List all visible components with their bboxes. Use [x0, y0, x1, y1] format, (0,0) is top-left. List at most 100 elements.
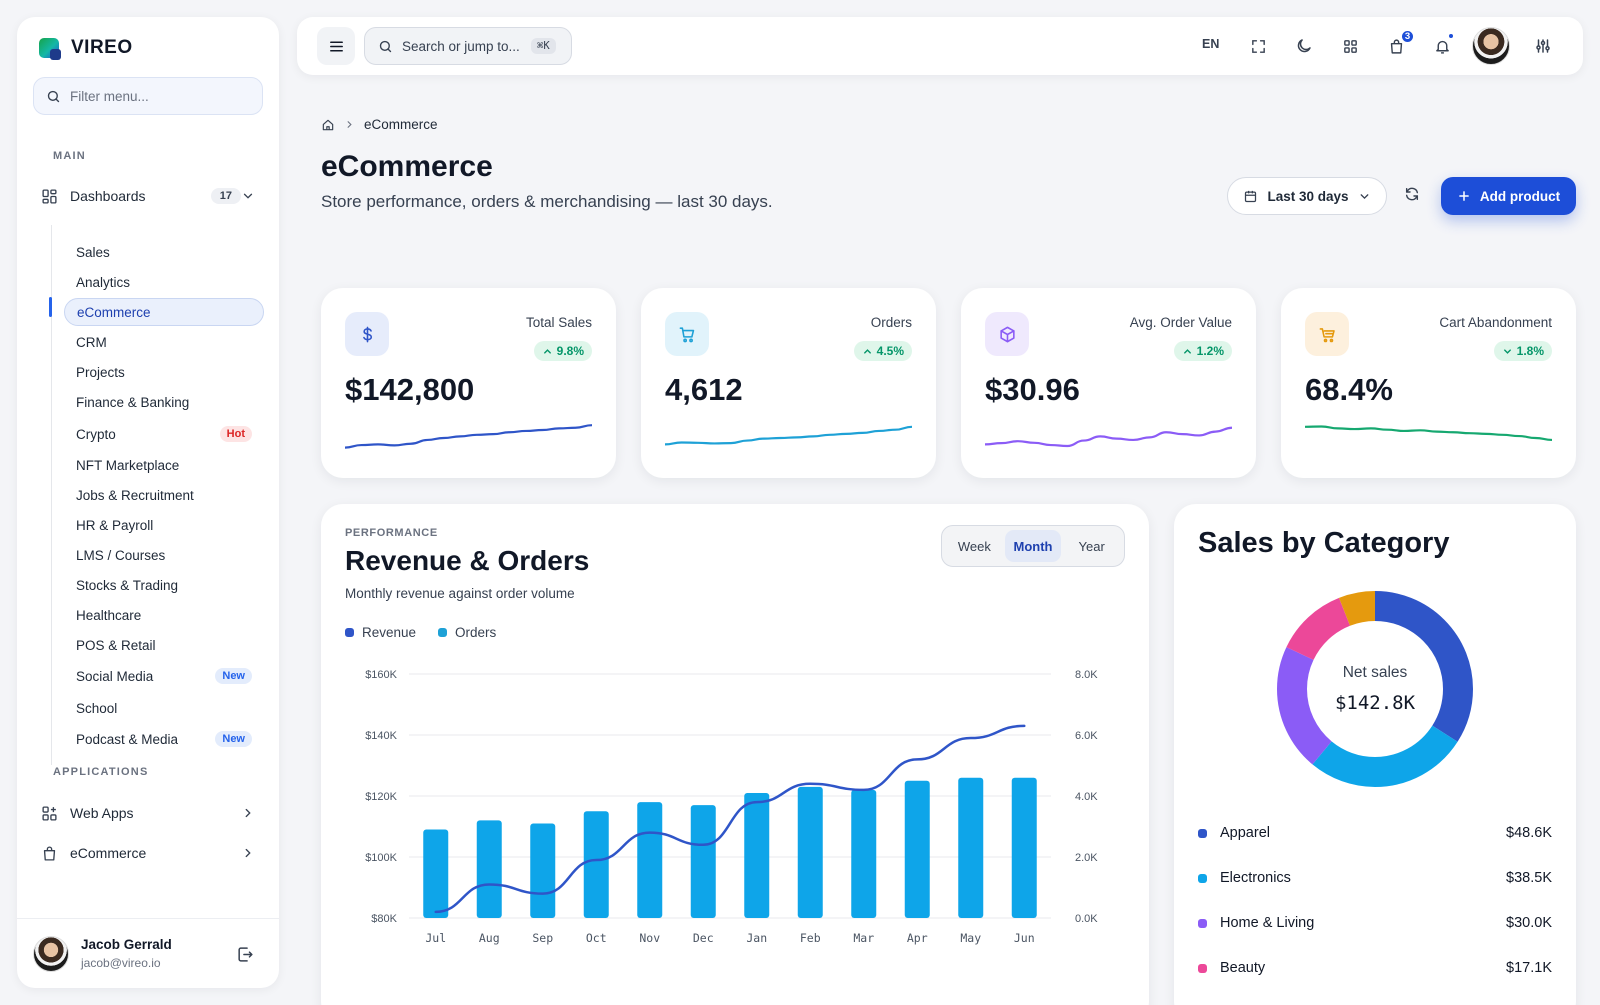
- sidebar-item-ecommerce-app[interactable]: eCommerce: [41, 839, 255, 867]
- theme-toggle-button[interactable]: [1293, 35, 1315, 57]
- sparkline-path: [1305, 425, 1552, 442]
- category-swatch: [1198, 963, 1207, 973]
- settings-button[interactable]: [1532, 35, 1554, 57]
- sidebar-item-analytics[interactable]: Analytics: [64, 268, 264, 296]
- sidebar-item-projects[interactable]: Projects: [64, 358, 264, 386]
- kpi-icon-tile: [985, 312, 1029, 356]
- sidebar-item-school[interactable]: School: [64, 694, 264, 722]
- performance-title: Revenue & Orders: [345, 545, 590, 576]
- sidebar-item-healthcare[interactable]: Healthcare: [64, 601, 264, 629]
- category-name: Beauty: [1220, 960, 1266, 976]
- sidebar-item-stocks-trading[interactable]: Stocks & Trading: [64, 571, 264, 599]
- sidebar-item-web-apps[interactable]: Web Apps: [41, 799, 255, 827]
- search-icon: [47, 90, 60, 102]
- notifications-button[interactable]: [1431, 32, 1455, 57]
- sidebar-item-pos-retail[interactable]: POS & Retail: [64, 631, 264, 659]
- sidebar-item-label: Sales: [76, 244, 110, 260]
- kpi-card-orders[interactable]: Orders 4.5% 4,612: [641, 288, 936, 478]
- avatar[interactable]: [1472, 27, 1510, 65]
- language-button[interactable]: EN: [1202, 37, 1219, 51]
- sidebar-item-finance-banking[interactable]: Finance & Banking: [64, 388, 264, 416]
- fullscreen-icon: [1251, 39, 1265, 53]
- chevron-right-icon[interactable]: [241, 806, 255, 820]
- x-tick: Jul: [425, 931, 446, 945]
- breadcrumb: eCommerce: [321, 117, 438, 132]
- home-icon[interactable]: [321, 118, 335, 132]
- sidebar-item-jobs-recruitment[interactable]: Jobs & Recruitment: [64, 481, 264, 509]
- sidebar-item-hr-payroll[interactable]: HR & Payroll: [64, 511, 264, 539]
- search-icon: [379, 40, 392, 52]
- performance-subtitle: Monthly revenue against order volume: [345, 586, 575, 601]
- logout-icon[interactable]: [236, 945, 255, 964]
- y-tick-right: 0.0K: [1075, 913, 1098, 925]
- filter-menu-input[interactable]: [70, 88, 240, 104]
- kpi-card-cart-abandonment[interactable]: Cart Abandonment 1.8% 68.4%: [1281, 288, 1576, 478]
- legend-revenue[interactable]: Revenue: [345, 625, 416, 640]
- global-search[interactable]: ⌘K: [364, 27, 572, 65]
- refresh-button[interactable]: [1404, 186, 1420, 207]
- sidebar-item-label: eCommerce: [70, 845, 147, 861]
- apps-grid-button[interactable]: [1339, 35, 1361, 57]
- chevron-right-icon: [347, 121, 352, 128]
- kpi-value: $142,800: [345, 372, 475, 407]
- sidebar-item-social-media[interactable]: Social Media New: [64, 662, 264, 690]
- section-label-main: MAIN: [53, 150, 86, 162]
- y-tick-right: 4.0K: [1075, 791, 1098, 803]
- cart-icon: [679, 326, 694, 342]
- chevron-down-icon: [1360, 193, 1368, 199]
- sidebar-item-label: Analytics: [76, 274, 131, 290]
- tab-month[interactable]: Month: [1004, 530, 1062, 562]
- chevron-down-icon[interactable]: [241, 189, 255, 203]
- kpi-card-total-sales[interactable]: Total Sales 9.8% $142,800: [321, 288, 616, 478]
- category-row-apparel[interactable]: Apparel $48.6K: [1198, 825, 1552, 841]
- bar-oct: [583, 811, 609, 918]
- sidebar-item-crm[interactable]: CRM: [64, 328, 264, 356]
- kpi-icon-tile: [1305, 312, 1349, 356]
- sidebar-item-label: Finance & Banking: [76, 394, 190, 410]
- tab-year[interactable]: Year: [1063, 530, 1120, 562]
- filter-menu-field[interactable]: [33, 77, 263, 115]
- legend-orders[interactable]: Orders: [438, 625, 496, 640]
- sidebar-item-label: Podcast & Media: [76, 731, 179, 747]
- date-range-select[interactable]: Last 30 days: [1227, 177, 1387, 215]
- y-tick-left: $140K: [365, 730, 397, 742]
- calendar-icon: [1245, 190, 1257, 202]
- sidebar-item-dashboards[interactable]: Dashboards 17: [41, 182, 255, 210]
- dashboard-icon: [42, 188, 57, 204]
- bar-may: [958, 777, 984, 918]
- category-row-electronics[interactable]: Electronics $38.5K: [1198, 870, 1552, 886]
- shortcut-hint: ⌘K: [531, 38, 556, 54]
- chevron-right-icon[interactable]: [241, 846, 255, 860]
- menu-toggle-button[interactable]: [317, 27, 355, 65]
- brand[interactable]: VIREO: [39, 37, 133, 60]
- period-toggle: Week Month Year: [941, 525, 1125, 567]
- sidebar-item-nft-marketplace[interactable]: NFT Marketplace: [64, 451, 264, 479]
- add-product-button[interactable]: Add product: [1441, 177, 1576, 215]
- refresh-icon: [1405, 187, 1419, 201]
- sidebar-item-sales[interactable]: Sales: [64, 238, 264, 266]
- chevron-up-icon: [863, 348, 871, 354]
- sidebar-item-podcast-media[interactable]: Podcast & Media New: [64, 725, 264, 753]
- sidebar-item-label: Stocks & Trading: [76, 577, 179, 593]
- avatar[interactable]: [33, 935, 69, 972]
- sidebar-item-lms-courses[interactable]: LMS / Courses: [64, 541, 264, 569]
- sidebar-item-ecommerce[interactable]: eCommerce: [64, 298, 264, 326]
- category-name: Apparel: [1220, 825, 1270, 841]
- fullscreen-button[interactable]: [1247, 35, 1269, 57]
- section-label-applications: APPLICATIONS: [53, 766, 149, 778]
- sidebar-item-crypto[interactable]: Crypto Hot: [64, 420, 264, 448]
- tab-week[interactable]: Week: [946, 530, 1003, 562]
- category-row-home-living[interactable]: Home & Living $30.0K: [1198, 915, 1552, 931]
- category-row-beauty[interactable]: Beauty $17.1K: [1198, 960, 1552, 976]
- kpi-change-value: 9.8%: [556, 344, 584, 358]
- kpi-card-avg-order-value[interactable]: Avg. Order Value 1.2% $30.96: [961, 288, 1256, 478]
- kpi-change-value: 4.5%: [876, 344, 904, 358]
- cart-button[interactable]: 3: [1385, 29, 1415, 57]
- sidebar-item-label: Healthcare: [76, 607, 142, 623]
- category-value: $38.5K: [1506, 870, 1552, 886]
- user-profile[interactable]: Jacob Gerrald jacob@vireo.io: [17, 918, 279, 988]
- sparkline-path: [665, 425, 912, 446]
- search-input[interactable]: [402, 38, 522, 54]
- sliders-icon: [1536, 39, 1550, 53]
- category-value: $48.6K: [1506, 825, 1552, 841]
